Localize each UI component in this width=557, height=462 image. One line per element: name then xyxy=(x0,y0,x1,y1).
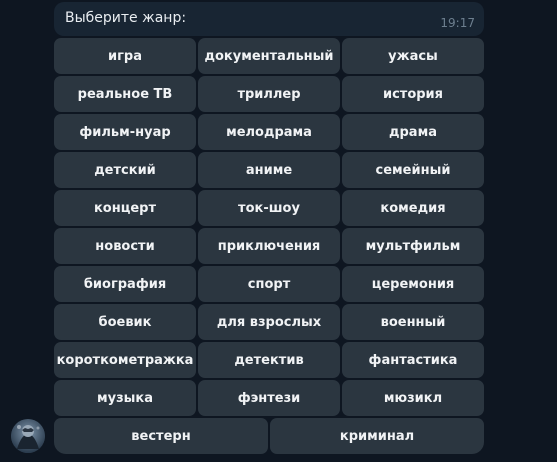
genre-button[interactable]: драма xyxy=(342,114,484,150)
genre-button[interactable]: детский xyxy=(54,152,196,188)
genre-button[interactable]: фэнтези xyxy=(198,380,340,416)
genre-button[interactable]: ужасы xyxy=(342,38,484,74)
genre-button[interactable]: боевик xyxy=(54,304,196,340)
genre-button[interactable]: мелодрама xyxy=(198,114,340,150)
keyboard-row: игра документальный ужасы xyxy=(54,38,484,74)
bot-message: Выберите жанр: 19:17 xyxy=(54,2,484,36)
genre-button[interactable]: комедия xyxy=(342,190,484,226)
genre-button[interactable]: приключения xyxy=(198,228,340,264)
genre-button[interactable]: детектив xyxy=(198,342,340,378)
keyboard-row: фильм-нуар мелодрама драма xyxy=(54,114,484,150)
keyboard-row: вестерн криминал xyxy=(54,418,484,454)
genre-button[interactable]: фантастика xyxy=(342,342,484,378)
message-time: 19:17 xyxy=(440,16,475,30)
message-text: Выберите жанр: xyxy=(65,10,187,26)
keyboard-row: реальное ТВ триллер история xyxy=(54,76,484,112)
genre-button[interactable]: короткометражка xyxy=(54,342,196,378)
genre-button[interactable]: мюзикл xyxy=(342,380,484,416)
keyboard-row: короткометражка детектив фантастика xyxy=(54,342,484,378)
genre-button[interactable]: военный xyxy=(342,304,484,340)
genre-button[interactable]: новости xyxy=(54,228,196,264)
genre-button[interactable]: концерт xyxy=(54,190,196,226)
genre-button[interactable]: ток-шоу xyxy=(198,190,340,226)
genre-button[interactable]: спорт xyxy=(198,266,340,302)
genre-button[interactable]: реальное ТВ xyxy=(54,76,196,112)
genre-button[interactable]: вестерн xyxy=(54,418,268,454)
genre-button[interactable]: семейный xyxy=(342,152,484,188)
genre-button[interactable]: мультфильм xyxy=(342,228,484,264)
genre-button[interactable]: история xyxy=(342,76,484,112)
keyboard-row: детский аниме семейный xyxy=(54,152,484,188)
keyboard-row: биография спорт церемония xyxy=(54,266,484,302)
genre-button[interactable]: криминал xyxy=(270,418,484,454)
genre-button[interactable]: фильм-нуар xyxy=(54,114,196,150)
genre-button[interactable]: игра xyxy=(54,38,196,74)
bot-avatar-icon[interactable] xyxy=(11,419,45,453)
genre-button[interactable]: для взрослых xyxy=(198,304,340,340)
genre-button[interactable]: церемония xyxy=(342,266,484,302)
reply-keyboard: игра документальный ужасы реальное ТВ трилле… xyxy=(54,38,484,456)
genre-button[interactable]: триллер xyxy=(198,76,340,112)
genre-button[interactable]: музыка xyxy=(54,380,196,416)
keyboard-row: концерт ток-шоу комедия xyxy=(54,190,484,226)
genre-button[interactable]: биография xyxy=(54,266,196,302)
genre-button[interactable]: аниме xyxy=(198,152,340,188)
keyboard-row: боевик для взрослых военный xyxy=(54,304,484,340)
genre-button[interactable]: документальный xyxy=(198,38,340,74)
keyboard-row: музыка фэнтези мюзикл xyxy=(54,380,484,416)
keyboard-row: новости приключения мультфильм xyxy=(54,228,484,264)
